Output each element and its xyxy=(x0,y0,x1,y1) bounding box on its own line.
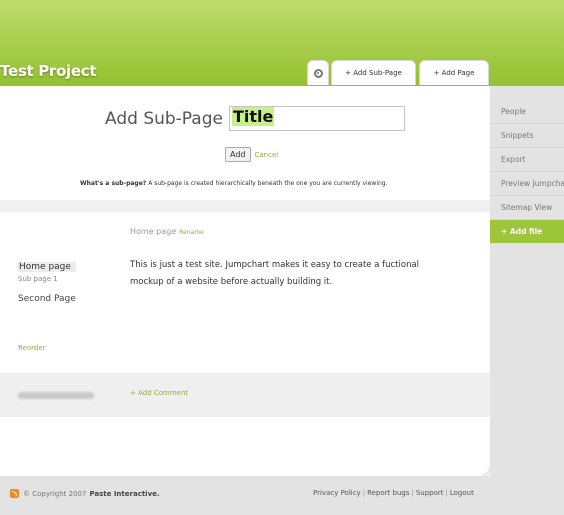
gear-icon xyxy=(313,68,323,78)
footer-copyright: © Copyright 2007 Paste Interactive. xyxy=(10,489,160,498)
page-tree-item-home[interactable]: Home page xyxy=(18,262,76,272)
footer-link-privacy[interactable]: Privacy Policy xyxy=(313,489,361,497)
help-description: A sub-page is created hierarchically ben… xyxy=(148,180,388,187)
commenter-name-blurred xyxy=(18,392,94,399)
add-subpage-heading: Add Sub-Page xyxy=(105,108,223,129)
page-tree-item-second-page[interactable]: Second Page xyxy=(18,294,76,304)
add-subpage-row: Add Sub-Page Title xyxy=(105,106,405,131)
add-comment-link[interactable]: + Add Comment xyxy=(130,389,188,397)
help-label: What's a sub-page? xyxy=(80,180,147,187)
form-buttons: Add Cancel xyxy=(225,147,278,162)
page-content: This is just a test site. Jumpchart make… xyxy=(130,260,420,287)
subpage-title-input[interactable]: Title xyxy=(228,106,405,131)
tab-add-subpage[interactable]: + Add Sub-Page xyxy=(331,60,416,85)
title-input-value: Title xyxy=(231,107,275,126)
add-file-button[interactable]: + Add file xyxy=(490,220,564,243)
rss-icon[interactable] xyxy=(10,489,19,498)
company-name: Paste Interactive. xyxy=(89,489,160,498)
sidebar-item-sitemap-view[interactable]: Sitemap View xyxy=(490,196,564,220)
copyright-text: © Copyright 2007 xyxy=(23,489,87,498)
right-nav: People Snippets Export Preview Jumpchart… xyxy=(490,100,564,243)
tab-settings[interactable] xyxy=(307,60,329,85)
add-button[interactable]: Add xyxy=(225,147,251,162)
page-heading: Home page xyxy=(130,227,177,236)
project-title: Test Project xyxy=(0,62,97,80)
footer-link-logout[interactable]: Logout xyxy=(450,489,474,497)
section-divider xyxy=(0,200,490,212)
tab-add-page[interactable]: + Add Page xyxy=(419,60,489,85)
page-tree: Home page Sub page 1 Second Page xyxy=(18,262,76,304)
sidebar-item-preview[interactable]: Preview Jumpchart xyxy=(490,172,564,196)
footer-link-support[interactable]: Support xyxy=(416,489,444,497)
rename-link[interactable]: Rename xyxy=(179,229,204,236)
page-tree-item-sub-page-1[interactable]: Sub page 1 xyxy=(18,275,76,283)
sidebar-item-people[interactable]: People xyxy=(490,100,564,124)
footer-links: Privacy Policy | Report bugs | Support | Logou… xyxy=(313,489,474,497)
cancel-link[interactable]: Cancel xyxy=(255,151,279,159)
sidebar-item-snippets[interactable]: Snippets xyxy=(490,124,564,148)
sidebar-item-export[interactable]: Export xyxy=(490,148,564,172)
subpage-help-text: What's a sub-page? A sub-page is created… xyxy=(80,180,388,187)
page-heading-row: Home page Rename xyxy=(130,227,204,236)
footer-link-report-bugs[interactable]: Report bugs xyxy=(367,489,409,497)
reorder-link[interactable]: Reorder xyxy=(18,344,46,352)
